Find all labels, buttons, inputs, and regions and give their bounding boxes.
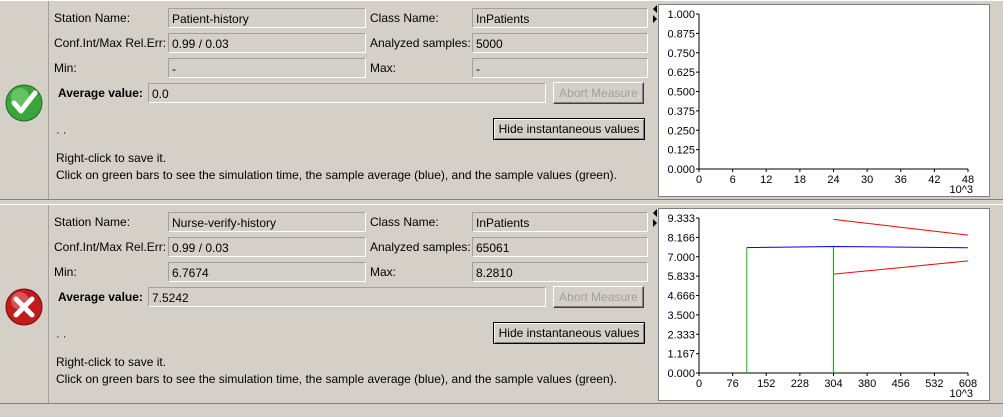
class-name-field: InPatients: [472, 8, 648, 28]
max-field[interactable]: -: [472, 58, 648, 78]
analyzed-samples-field: 5000: [472, 33, 648, 53]
y-tick-label: 1.167: [667, 349, 695, 361]
class-name-label: Class Name:: [370, 11, 439, 25]
y-tick-label: 4.666: [667, 291, 695, 303]
conf-int-field: 0.99 / 0.03: [168, 237, 366, 257]
x-tick-label: 76: [727, 378, 739, 390]
x-tick-label: 30: [861, 174, 873, 186]
station-name-field: Nurse-verify-history: [168, 212, 366, 232]
min-label: Min:: [54, 265, 77, 279]
y-tick-label: 0.000: [667, 164, 695, 176]
conf-int-label: Conf.Int/Max Rel.Err:: [54, 240, 167, 254]
y-tick-label: 1.000: [667, 9, 695, 21]
average-value-label: Average value:: [58, 290, 143, 304]
class-name-field: InPatients: [472, 212, 648, 232]
y-tick-label: 0.750: [667, 48, 695, 60]
x-tick-label: 36: [895, 174, 907, 186]
panel-edge: [992, 1, 1003, 199]
y-tick-label: 5.833: [667, 271, 695, 283]
analyzed-samples-label: Analyzed samples:: [370, 36, 471, 50]
note-right-click: Right-click to save it.: [56, 151, 167, 165]
x-tick-label: 532: [925, 378, 943, 390]
max-label: Max:: [370, 61, 397, 75]
y-tick-label: 0.625: [667, 67, 695, 79]
note-right-click: Right-click to save it.: [56, 355, 167, 369]
average-line: [746, 245, 969, 249]
check-icon: [5, 84, 43, 122]
note-clipped-line: · ·: [56, 333, 67, 341]
x-tick-label: 24: [827, 174, 839, 186]
instantaneous-values-chart[interactable]: 9.333 8.166 7.000 5.833 4.666 3.500 2.333 1.167…: [658, 208, 990, 401]
abort-measure-button[interactable]: Abort Measure: [553, 82, 644, 104]
measure-panel: Station Name: Nurse-verify-history Class…: [0, 204, 1003, 404]
x-unit-label: 10^3: [949, 388, 973, 400]
x-tick-label: 456: [892, 378, 910, 390]
x-tick-label: 0: [696, 174, 702, 186]
max-field[interactable]: 8.2810: [472, 262, 648, 282]
x-unit-label: 10^3: [949, 184, 973, 196]
x-tick-label: 152: [757, 378, 775, 390]
analyzed-samples-label: Analyzed samples:: [370, 240, 471, 254]
lower-confidence-line: [833, 260, 969, 275]
note-green-bars: Click on green bars to see the simulatio…: [56, 168, 617, 182]
cross-icon: [5, 288, 43, 326]
class-name-label: Class Name:: [370, 215, 439, 229]
y-tick-label: 0.375: [667, 106, 695, 118]
status-strip: [0, 205, 49, 403]
x-tick-label: 380: [858, 378, 876, 390]
x-tick-label: 6: [730, 174, 736, 186]
min-field: -: [168, 58, 366, 78]
average-value-field: 0.0: [148, 83, 546, 103]
max-label: Max:: [370, 265, 397, 279]
y-tick-label: 0.500: [667, 87, 695, 99]
note-green-bars: Click on green bars to see the simulatio…: [56, 372, 617, 386]
x-tick-label: 304: [824, 378, 842, 390]
station-name-field: Patient-history: [168, 8, 366, 28]
chart-svg: 1.000 0.875 0.750 0.625 0.500 0.375 0.250 0.125…: [667, 9, 974, 196]
x-tick-label: 42: [928, 174, 940, 186]
status-strip: [0, 1, 49, 199]
hide-instantaneous-values-button[interactable]: Hide instantaneous values: [493, 322, 645, 344]
y-tick-label: 0.250: [667, 125, 695, 137]
hide-instantaneous-values-button[interactable]: Hide instantaneous values: [493, 118, 645, 140]
x-tick-label: 228: [791, 378, 809, 390]
note-clipped-line: · ·: [56, 129, 67, 137]
measure-panel: Station Name: Patient-history Class Name…: [0, 0, 1003, 200]
min-label: Min:: [54, 61, 77, 75]
station-name-label: Station Name:: [54, 11, 131, 25]
instantaneous-values-chart[interactable]: 1.000 0.875 0.750 0.625 0.500 0.375 0.250 0.125…: [658, 4, 990, 197]
analyzed-samples-field: 65061: [472, 237, 648, 257]
average-value-field: 7.5242: [148, 287, 546, 307]
x-tick-label: 18: [794, 174, 806, 186]
upper-confidence-line: [833, 218, 969, 236]
y-tick-label: 0.875: [667, 28, 695, 40]
x-tick-label: 0: [696, 378, 702, 390]
y-tick-label: 2.333: [667, 329, 695, 341]
average-value-label: Average value:: [58, 86, 143, 100]
conf-int-field: 0.99 / 0.03: [168, 33, 366, 53]
y-tick-label: 3.500: [667, 310, 695, 322]
chart-svg: 9.333 8.166 7.000 5.833 4.666 3.500 2.333 1.167…: [667, 213, 977, 400]
panel-edge: [992, 205, 1003, 403]
y-tick-label: 7.000: [667, 252, 695, 264]
abort-measure-button[interactable]: Abort Measure: [553, 286, 644, 308]
y-tick-label: 8.166: [667, 232, 695, 244]
y-tick-label: 0.125: [667, 145, 695, 157]
y-tick-label: 0.000: [667, 368, 695, 380]
y-tick-label: 9.333: [667, 213, 695, 225]
conf-int-label: Conf.Int/Max Rel.Err:: [54, 36, 167, 50]
station-name-label: Station Name:: [54, 215, 131, 229]
x-tick-label: 12: [760, 174, 772, 186]
min-field: 6.7674: [168, 262, 366, 282]
